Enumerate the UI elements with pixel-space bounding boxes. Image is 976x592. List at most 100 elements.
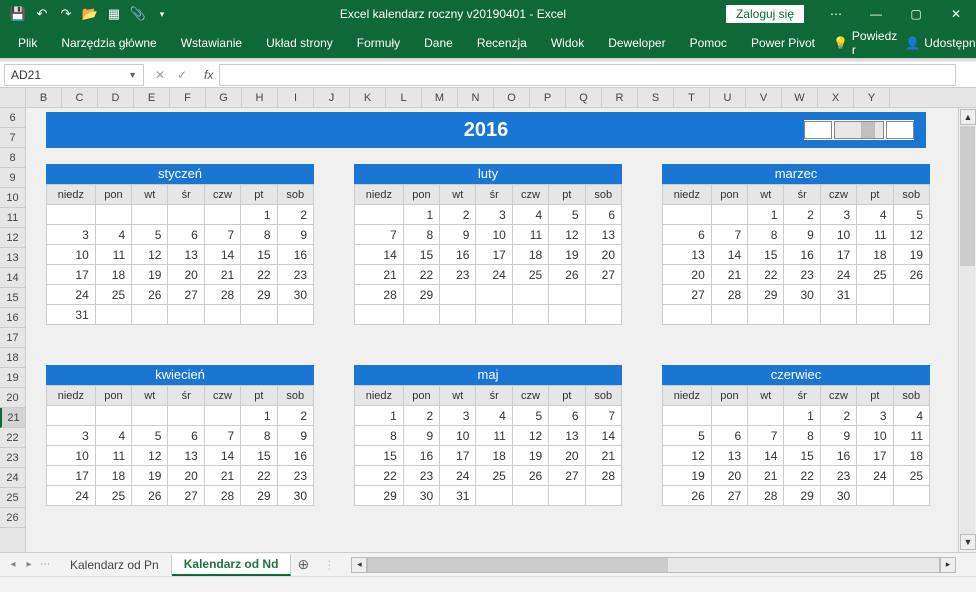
day-cell[interactable]: [711, 305, 747, 325]
vscroll-thumb[interactable]: [960, 126, 975, 266]
day-cell[interactable]: 3: [47, 426, 96, 446]
day-cell[interactable]: 22: [355, 466, 404, 486]
day-cell[interactable]: 17: [820, 245, 856, 265]
day-cell[interactable]: 25: [95, 285, 131, 305]
day-cell[interactable]: 27: [663, 285, 712, 305]
col-header[interactable]: P: [530, 88, 566, 107]
day-cell[interactable]: 21: [585, 446, 621, 466]
day-cell[interactable]: 27: [585, 265, 621, 285]
day-cell[interactable]: [549, 285, 585, 305]
day-cell[interactable]: 28: [204, 486, 240, 506]
col-header[interactable]: O: [494, 88, 530, 107]
col-header[interactable]: S: [638, 88, 674, 107]
row-header[interactable]: 18: [0, 348, 25, 368]
day-cell[interactable]: 9: [277, 426, 313, 446]
day-cell[interactable]: [95, 205, 131, 225]
day-cell[interactable]: 7: [204, 426, 240, 446]
day-cell[interactable]: 2: [403, 406, 439, 426]
row-header[interactable]: 7: [0, 128, 25, 148]
day-cell[interactable]: [277, 305, 313, 325]
day-cell[interactable]: 21: [204, 466, 240, 486]
day-cell[interactable]: 27: [711, 486, 747, 506]
day-cell[interactable]: 28: [585, 466, 621, 486]
day-cell[interactable]: 2: [440, 205, 476, 225]
day-cell[interactable]: 26: [132, 486, 168, 506]
day-cell[interactable]: [476, 486, 512, 506]
tab-layout[interactable]: Układ strony: [256, 30, 343, 56]
day-cell[interactable]: 4: [893, 406, 929, 426]
day-cell[interactable]: 21: [748, 466, 784, 486]
day-cell[interactable]: 3: [476, 205, 512, 225]
day-cell[interactable]: [440, 285, 476, 305]
day-cell[interactable]: [549, 305, 585, 325]
day-cell[interactable]: 20: [663, 265, 712, 285]
day-cell[interactable]: 24: [47, 486, 96, 506]
day-cell[interactable]: 28: [711, 285, 747, 305]
row-header[interactable]: 16: [0, 308, 25, 328]
day-cell[interactable]: [663, 406, 712, 426]
attach-icon[interactable]: 📎: [128, 4, 148, 24]
share-button[interactable]: 👤Udostępnij: [905, 36, 976, 50]
day-cell[interactable]: 19: [132, 466, 168, 486]
form-icon[interactable]: ▦: [104, 4, 124, 24]
day-cell[interactable]: 1: [355, 406, 404, 426]
scroll-right-icon[interactable]: ▸: [940, 557, 956, 573]
scroll-up-icon[interactable]: ▲: [960, 109, 976, 125]
day-cell[interactable]: 8: [403, 225, 439, 245]
day-cell[interactable]: [204, 205, 240, 225]
day-cell[interactable]: [512, 285, 548, 305]
day-cell[interactable]: [784, 305, 820, 325]
day-cell[interactable]: 23: [403, 466, 439, 486]
day-cell[interactable]: 2: [784, 205, 820, 225]
day-cell[interactable]: [585, 486, 621, 506]
day-cell[interactable]: 14: [355, 245, 404, 265]
day-cell[interactable]: 26: [549, 265, 585, 285]
day-cell[interactable]: 11: [95, 245, 131, 265]
day-cell[interactable]: 25: [95, 486, 131, 506]
day-cell[interactable]: 6: [168, 225, 204, 245]
maximize-icon[interactable]: ▢: [896, 0, 936, 28]
row-header[interactable]: 14: [0, 268, 25, 288]
day-cell[interactable]: [440, 305, 476, 325]
day-cell[interactable]: [512, 305, 548, 325]
day-cell[interactable]: 10: [47, 245, 96, 265]
day-cell[interactable]: [857, 305, 893, 325]
save-icon[interactable]: 💾: [8, 4, 28, 24]
day-cell[interactable]: 15: [748, 245, 784, 265]
day-cell[interactable]: 28: [355, 285, 404, 305]
name-box[interactable]: AD21▼: [4, 64, 144, 86]
day-cell[interactable]: [585, 285, 621, 305]
day-cell[interactable]: [893, 305, 929, 325]
row-header[interactable]: 10: [0, 188, 25, 208]
day-cell[interactable]: 30: [820, 486, 856, 506]
day-cell[interactable]: [168, 305, 204, 325]
col-header[interactable]: U: [710, 88, 746, 107]
day-cell[interactable]: 6: [549, 406, 585, 426]
day-cell[interactable]: 12: [512, 426, 548, 446]
day-cell[interactable]: 14: [204, 446, 240, 466]
col-header[interactable]: D: [98, 88, 134, 107]
day-cell[interactable]: 8: [748, 225, 784, 245]
open-icon[interactable]: 📂: [80, 4, 100, 24]
day-cell[interactable]: [893, 285, 929, 305]
day-cell[interactable]: 15: [241, 245, 277, 265]
day-cell[interactable]: 11: [476, 426, 512, 446]
day-cell[interactable]: 12: [893, 225, 929, 245]
vertical-scrollbar[interactable]: ▲ ▼: [958, 108, 976, 552]
day-cell[interactable]: 16: [784, 245, 820, 265]
day-cell[interactable]: 12: [663, 446, 712, 466]
row-header[interactable]: 12: [0, 228, 25, 248]
day-cell[interactable]: 11: [95, 446, 131, 466]
day-cell[interactable]: 5: [549, 205, 585, 225]
day-cell[interactable]: 9: [277, 225, 313, 245]
day-cell[interactable]: 4: [476, 406, 512, 426]
day-cell[interactable]: 15: [784, 446, 820, 466]
day-cell[interactable]: 8: [355, 426, 404, 446]
tab-review[interactable]: Recenzja: [467, 30, 537, 56]
day-cell[interactable]: 9: [440, 225, 476, 245]
day-cell[interactable]: 8: [241, 426, 277, 446]
day-cell[interactable]: 31: [47, 305, 96, 325]
day-cell[interactable]: 20: [549, 446, 585, 466]
select-all-corner[interactable]: [0, 88, 26, 107]
day-cell[interactable]: 18: [893, 446, 929, 466]
